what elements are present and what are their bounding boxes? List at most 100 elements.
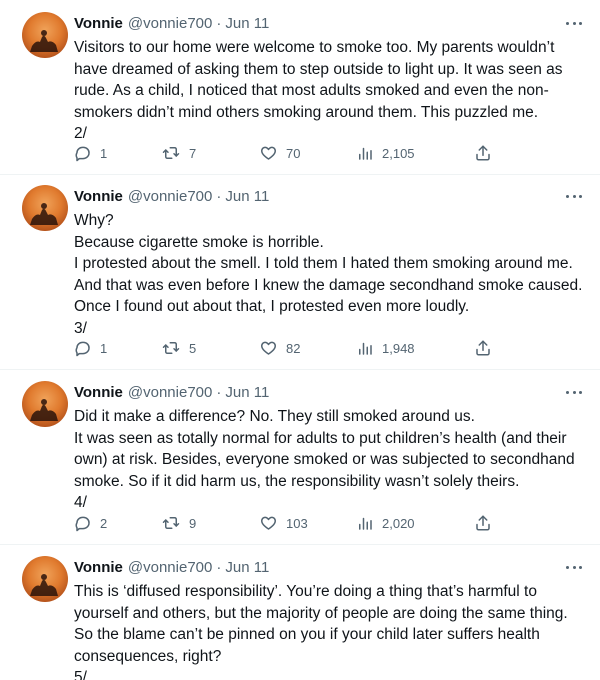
tweet-actions: 1 7 70 2,105 xyxy=(74,143,504,163)
tweet-header: Vonnie @vonnie700 · Jun 11 xyxy=(74,556,269,578)
user-handle[interactable]: @vonnie700 xyxy=(128,559,212,576)
tweet-text-line: yourself and others, but the majority of… xyxy=(74,604,568,622)
heart-icon xyxy=(261,146,276,160)
tweet-date[interactable]: Jun 11 xyxy=(225,188,269,205)
tweet-text-line: smoke. So if it did harm us, the respons… xyxy=(74,472,520,490)
views-button[interactable]: 2,105 xyxy=(356,143,415,163)
tweet-text-line: It was seen as totally normal for adults… xyxy=(74,429,567,447)
like-button[interactable]: 70 xyxy=(259,143,300,163)
more-icon[interactable] xyxy=(564,189,584,203)
views-button[interactable]: 1,948 xyxy=(356,338,415,358)
tweet-text-line: 4/ xyxy=(74,494,87,511)
display-name[interactable]: Vonnie xyxy=(74,384,123,401)
display-name[interactable]: Vonnie xyxy=(74,188,123,205)
avatar[interactable] xyxy=(22,12,68,58)
display-name[interactable]: Vonnie xyxy=(74,15,123,32)
reply-button[interactable]: 1 xyxy=(74,338,107,358)
tweet-text: Did it make a difference? No. They still… xyxy=(74,406,584,514)
views-count: 2,020 xyxy=(382,515,415,531)
tweet-text-line: Once I found out about that, I protested… xyxy=(74,298,470,315)
user-handle[interactable]: @vonnie700 xyxy=(128,15,212,32)
reply-count: 1 xyxy=(100,145,108,161)
views-count: 2,105 xyxy=(382,145,415,161)
retweet-icon xyxy=(162,342,180,354)
tweet-text-line: So the blame can’t be pinned on you if y… xyxy=(74,626,540,643)
tweet-text-line: 3/ xyxy=(74,319,87,337)
tweet-text: Visitors to our home were welcome to smo… xyxy=(74,37,584,145)
share-icon xyxy=(476,515,490,531)
tweet-text: This is ‘diffused responsibility’. You’r… xyxy=(74,581,584,680)
separator-dot: · xyxy=(216,187,222,205)
retweet-count: 5 xyxy=(189,340,197,356)
views-icon xyxy=(359,517,372,530)
reply-button[interactable]: 1 xyxy=(74,143,107,163)
share-icon xyxy=(476,340,490,356)
views-icon xyxy=(359,147,372,160)
like-button[interactable]: 103 xyxy=(259,513,308,533)
tweet-text-line: Why? xyxy=(74,212,114,229)
views-button[interactable]: 2,020 xyxy=(356,513,415,533)
like-count: 103 xyxy=(286,515,308,531)
tweet-actions: 1 5 82 1,948 xyxy=(74,338,504,358)
retweet-button[interactable]: 7 xyxy=(161,143,196,163)
share-icon xyxy=(476,145,490,161)
tweet-text-line: Because cigarette smoke is horrible. xyxy=(74,233,324,251)
tweet-divider xyxy=(0,369,600,370)
tweet-text-line: 2/ xyxy=(74,125,87,142)
retweet-count: 9 xyxy=(189,515,197,531)
heart-icon xyxy=(261,341,276,355)
avatar[interactable] xyxy=(22,185,68,231)
like-button[interactable]: 82 xyxy=(259,338,300,358)
retweet-count: 7 xyxy=(189,145,197,161)
tweet-text-line: rude. As a child, I noticed that most ad… xyxy=(74,82,549,99)
tweet-date[interactable]: Jun 11 xyxy=(225,15,269,32)
retweet-icon xyxy=(162,517,180,529)
tweet-header: Vonnie @vonnie700 · Jun 11 xyxy=(74,185,269,207)
retweet-button[interactable]: 9 xyxy=(161,513,196,533)
retweet-button[interactable]: 5 xyxy=(161,338,196,358)
avatar[interactable] xyxy=(22,556,68,602)
separator-dot: · xyxy=(216,383,222,401)
share-button[interactable] xyxy=(474,338,492,358)
heart-icon xyxy=(261,516,276,530)
avatar[interactable] xyxy=(22,381,68,427)
tweet-text: Why? Because cigarette smoke is horrible… xyxy=(74,210,584,339)
tweet-text-line: And that was even before I knew the dama… xyxy=(74,276,583,294)
reply-icon xyxy=(75,516,90,532)
tweet-text-line: own) at risk. Besides, everyone smoked o… xyxy=(74,451,575,468)
tweet-header: Vonnie @vonnie700 · Jun 11 xyxy=(74,12,269,34)
tweet-date[interactable]: Jun 11 xyxy=(225,559,269,576)
separator-dot: · xyxy=(216,558,222,576)
tweet-text-line: have dreamed of asking them to step outs… xyxy=(74,60,563,78)
like-count: 70 xyxy=(286,145,301,161)
user-handle[interactable]: @vonnie700 xyxy=(128,384,212,401)
more-icon[interactable] xyxy=(564,385,584,399)
tweet-text-line: consequences, right? xyxy=(74,647,222,665)
tweet-divider xyxy=(0,174,600,175)
tweet-text-line: Visitors to our home were welcome to smo… xyxy=(74,39,555,56)
like-count: 82 xyxy=(286,340,301,356)
more-icon[interactable] xyxy=(564,560,584,574)
tweet-divider xyxy=(0,544,600,545)
tweet-text-line: 5/ xyxy=(74,669,87,680)
views-icon xyxy=(359,342,372,355)
tweet-text-line: This is ‘diffused responsibility’. You’r… xyxy=(74,583,537,600)
tweet-header: Vonnie @vonnie700 · Jun 11 xyxy=(74,381,269,403)
more-icon[interactable] xyxy=(564,16,584,30)
tweet-date[interactable]: Jun 11 xyxy=(225,384,269,401)
share-button[interactable] xyxy=(474,513,492,533)
reply-button[interactable]: 2 xyxy=(74,513,107,533)
display-name[interactable]: Vonnie xyxy=(74,559,123,576)
tweet-text-line: Did it make a difference? No. They still… xyxy=(74,408,475,425)
reply-icon xyxy=(75,341,90,357)
share-button[interactable] xyxy=(474,143,492,163)
tweet-text-line: I protested about the smell. I told them… xyxy=(74,255,573,272)
reply-icon xyxy=(75,146,90,162)
retweet-icon xyxy=(162,147,180,159)
user-handle[interactable]: @vonnie700 xyxy=(128,188,212,205)
tweet-text-line: smokers didn’t mind others smoking aroun… xyxy=(74,103,539,121)
tweet-actions: 2 9 103 2,020 xyxy=(74,513,504,533)
reply-count: 2 xyxy=(100,515,108,531)
reply-count: 1 xyxy=(100,340,108,356)
separator-dot: · xyxy=(216,14,222,32)
